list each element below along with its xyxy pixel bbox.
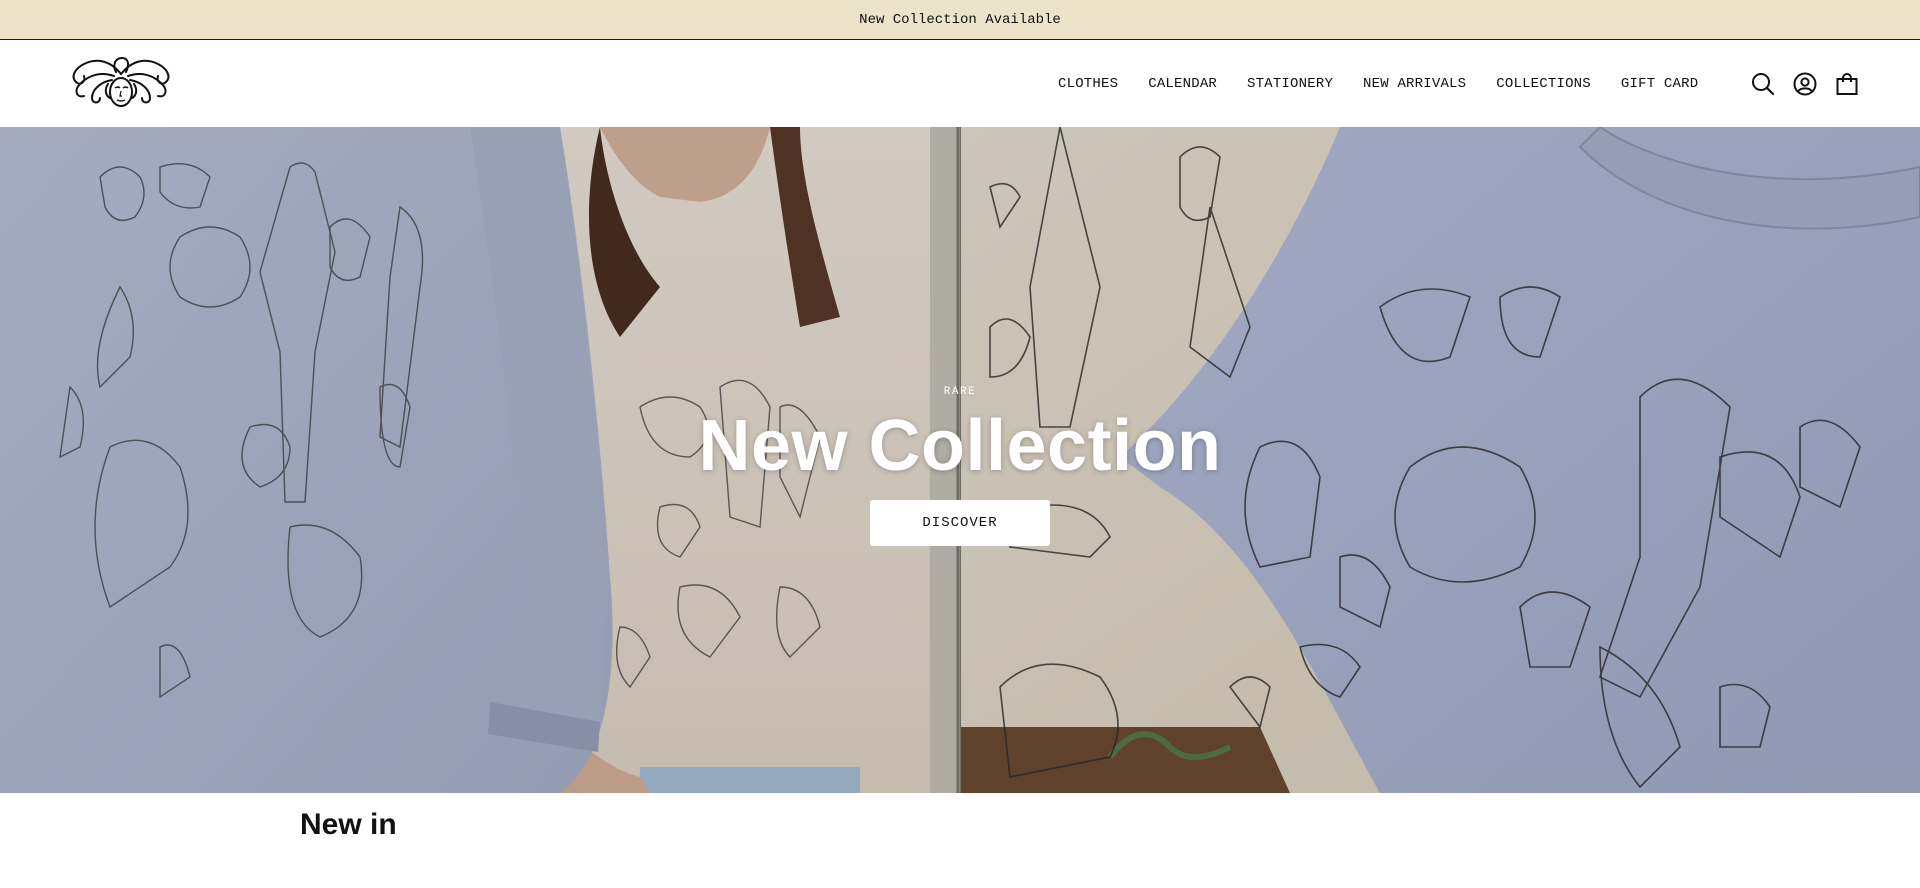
new-in-heading: New in [300, 808, 397, 841]
nav-stationery[interactable]: STATIONERY [1247, 76, 1333, 92]
bag-icon[interactable] [1834, 71, 1860, 97]
nav-clothes[interactable]: CLOTHES [1058, 76, 1118, 92]
model-clothing-photo [0, 127, 960, 793]
nav-gift-card[interactable]: GIFT CARD [1621, 76, 1698, 92]
search-icon[interactable] [1750, 71, 1776, 97]
hero-image-left [0, 127, 960, 793]
flatlay-clothing-photo [960, 127, 1920, 793]
discover-button[interactable]: DISCOVER [870, 500, 1050, 546]
account-icon[interactable] [1792, 71, 1818, 97]
announcement-text: New Collection Available [859, 11, 1061, 28]
main-nav: CLOTHES CALENDAR STATIONERY NEW ARRIVALS… [1058, 40, 1698, 127]
hero-image-right [960, 127, 1920, 793]
nav-calendar[interactable]: CALENDAR [1148, 76, 1217, 92]
site-header: CLOTHES CALENDAR STATIONERY NEW ARRIVALS… [0, 40, 1920, 127]
hero-banner: RARE New Collection DISCOVER [0, 127, 1920, 793]
medusa-logo[interactable] [62, 54, 180, 112]
announcement-bar: New Collection Available [0, 0, 1920, 40]
nav-collections[interactable]: COLLECTIONS [1496, 76, 1591, 92]
nav-new-arrivals[interactable]: NEW ARRIVALS [1363, 76, 1466, 92]
medusa-logo-icon [72, 56, 170, 107]
header-icons [1750, 40, 1860, 127]
